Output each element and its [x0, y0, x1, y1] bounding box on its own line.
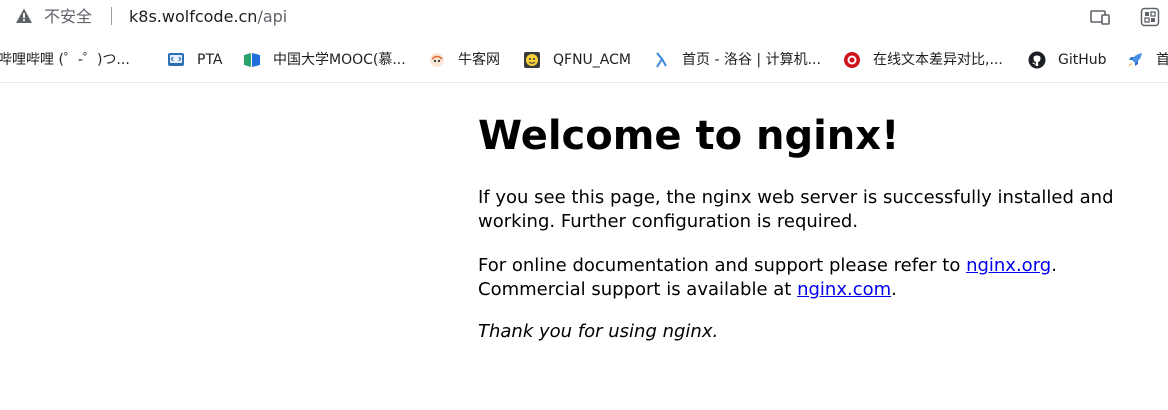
commercial-text: Commercial support is available at — [478, 279, 798, 300]
bookmark-nowcoder[interactable]: 牛客网 — [428, 49, 500, 71]
url-host: k8s.wolfcode.cn — [129, 7, 258, 26]
pta-icon — [168, 53, 184, 66]
bookmark-label: 中国大学MOOC(慕... — [273, 52, 406, 68]
qfnu-acm-icon — [524, 52, 540, 68]
support-text-end: . — [1051, 255, 1057, 276]
security-label[interactable]: 不安全 — [44, 7, 92, 27]
thanks-paragraph: Thank you for using nginx. — [478, 321, 719, 342]
bookmark-label: PTA — [197, 52, 223, 68]
bookmark-mooc[interactable]: 中国大学MOOC(慕... — [243, 49, 406, 71]
extensions-icon[interactable] — [1140, 7, 1160, 27]
nginx-com-link[interactable]: nginx.com — [797, 279, 891, 300]
bookmark-qfnu-acm[interactable]: QFNU_ACM — [523, 49, 631, 71]
intro-paragraph: If you see this page, the nginx web serv… — [478, 187, 1114, 232]
url-text[interactable]: k8s.wolfcode.cn/api — [129, 7, 287, 27]
bookmark-label: 牛客网 — [458, 52, 500, 68]
url-path: /api — [257, 7, 288, 26]
bookmark-luogu[interactable]: 首页 - 洛谷 | 计算机... — [652, 49, 821, 71]
bookmarks-bar: 哔哩哔哩 (゜-゜)つ... PTA 中国大学MOOC(慕... 牛客网 QFN… — [0, 36, 1168, 83]
github-icon — [1028, 51, 1046, 69]
bookmark-pta[interactable]: PTA — [167, 49, 222, 71]
bookmark-label: 首页 - 洛谷 | 计算机... — [682, 52, 821, 68]
cast-icon[interactable] — [1090, 8, 1110, 26]
bookmark-label: 首 — [1156, 51, 1168, 69]
page-title: Welcome to nginx! — [478, 113, 900, 159]
bookmark-label: QFNU_ACM — [553, 52, 631, 68]
text-diff-icon — [844, 52, 860, 68]
nginx-org-link[interactable]: nginx.org — [966, 255, 1051, 276]
bookmark-label: 哔哩哔哩 (゜-゜)つ... — [0, 52, 130, 68]
warning-icon[interactable] — [15, 7, 33, 25]
nowcoder-icon — [430, 53, 444, 67]
bookmark-label: 在线文本差异对比,... — [873, 52, 1003, 68]
bookmark-rocket[interactable]: 首 — [1126, 49, 1168, 71]
rocket-icon — [1128, 53, 1142, 67]
bookmark-label: GitHub — [1058, 52, 1107, 68]
bookmark-github[interactable]: GitHub — [1028, 49, 1107, 71]
bookmark-bilibili[interactable]: 哔哩哔哩 (゜-゜)つ... — [0, 49, 130, 71]
mooc-icon — [244, 53, 260, 67]
luogu-icon — [656, 52, 667, 68]
commercial-text-end: . — [891, 279, 897, 300]
bookmark-text-diff[interactable]: 在线文本差异对比,... — [843, 49, 1003, 71]
address-bar[interactable]: 不安全 k8s.wolfcode.cn/api — [0, 0, 1168, 36]
support-text: For online documentation and support ple… — [478, 255, 967, 276]
support-paragraph: For online documentation and support ple… — [478, 254, 1118, 302]
address-divider — [111, 7, 112, 25]
